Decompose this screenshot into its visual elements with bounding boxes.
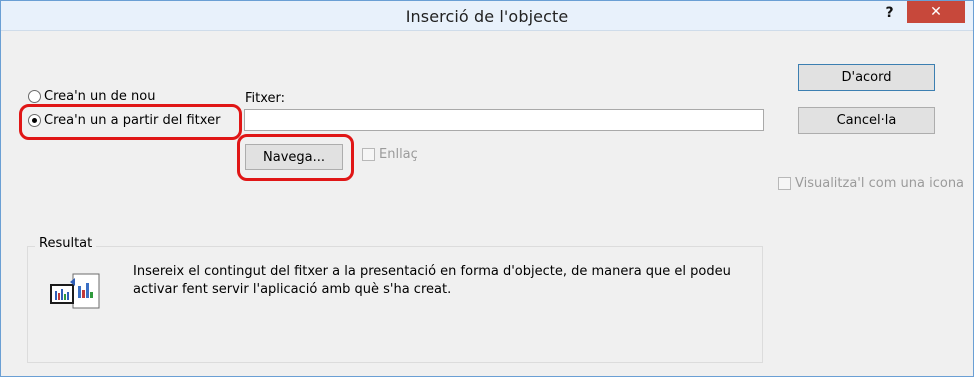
file-path-input[interactable] — [244, 109, 764, 131]
cancel-button[interactable]: Cancel·la — [798, 107, 935, 134]
link-checkbox-row[interactable]: Enllaç — [362, 147, 418, 162]
link-checkbox-label: Enllaç — [379, 147, 418, 162]
radio-circle[interactable] — [28, 90, 41, 103]
insert-object-dialog: Inserció de l'objecte ? ✕ Crea'n un de n… — [0, 0, 974, 377]
cancel-button-label: Cancel·la — [836, 113, 897, 128]
display-as-icon-label: Visualitza'l com una icona — [795, 176, 965, 191]
ok-button[interactable]: D'acord — [798, 64, 935, 91]
result-description: Insereix el contingut del fitxer a la pr… — [133, 264, 731, 297]
radio-create-new-label: Crea'n un de nou — [44, 89, 156, 104]
ok-button-label: D'acord — [841, 70, 892, 85]
embedded-chart-file-icon — [50, 273, 100, 309]
highlight-annotation-browse — [237, 134, 354, 181]
close-icon: ✕ — [930, 4, 942, 20]
result-group-title: Resultat — [35, 236, 97, 251]
help-button[interactable]: ? — [875, 2, 904, 24]
file-field-label: Fitxer: — [245, 91, 286, 106]
highlight-annotation-radio — [19, 104, 242, 140]
close-button[interactable]: ✕ — [907, 1, 965, 23]
question-mark-icon: ? — [885, 5, 894, 21]
title-bar: Inserció de l'objecte ? ✕ — [1, 1, 973, 31]
link-checkbox[interactable] — [362, 148, 375, 161]
dialog-title: Inserció de l'objecte — [405, 7, 569, 26]
radio-create-new[interactable]: Crea'n un de nou — [28, 89, 155, 104]
display-as-icon-checkbox[interactable] — [778, 177, 791, 190]
dialog-content: Crea'n un de nou Crea'n un a partir del … — [1, 31, 973, 376]
display-as-icon-row[interactable]: Visualitza'l com una icona — [778, 176, 964, 191]
